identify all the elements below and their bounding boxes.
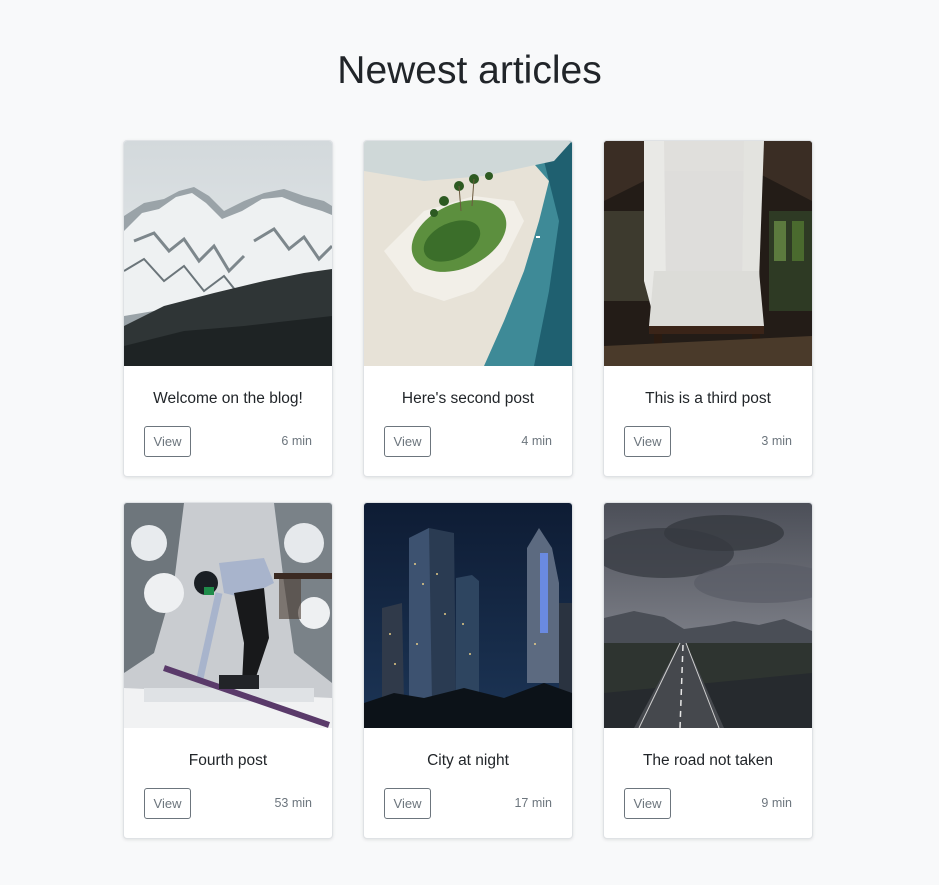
article-title: The road not taken [642,752,774,769]
view-button[interactable]: View [624,426,671,457]
read-time: 53 min [274,796,312,810]
read-time: 17 min [514,796,552,810]
page-title: Newest articles [337,49,602,92]
read-time: 9 min [761,796,792,810]
article-card: Fourth post View 53 min [123,502,333,839]
view-button[interactable]: View [384,426,431,457]
card-body: Fourth post View 53 min [124,728,332,838]
article-image-bedroom[interactable] [604,141,812,366]
article-title: This is a third post [645,390,771,407]
article-image-mountains[interactable] [124,141,332,366]
article-card: City at night View 17 min [363,502,573,839]
read-time: 6 min [281,434,312,448]
read-time: 3 min [761,434,792,448]
article-card: Welcome on the blog! View 6 min [123,140,333,477]
article-image-island[interactable] [364,141,572,366]
view-button[interactable]: View [624,788,671,819]
article-title: City at night [427,752,509,769]
card-body: This is a third post View 3 min [604,366,812,476]
article-title: Welcome on the blog! [153,390,303,407]
read-time: 4 min [521,434,552,448]
card-body: City at night View 17 min [364,728,572,838]
card-body: Here's second post View 4 min [364,366,572,476]
article-title: Here's second post [401,390,535,407]
view-button[interactable]: View [144,788,191,819]
card-body: The road not taken View 9 min [604,728,812,838]
article-image-road[interactable] [604,503,812,728]
articles-grid: Welcome on the blog! View 6 min Here's s… [123,140,813,839]
article-card: This is a third post View 3 min [603,140,813,477]
view-button[interactable]: View [144,426,191,457]
article-card: Here's second post View 4 min [363,140,573,477]
card-body: Welcome on the blog! View 6 min [124,366,332,476]
article-image-city[interactable] [364,503,572,728]
article-title: Fourth post [188,752,268,769]
article-image-skier[interactable] [124,503,332,728]
article-card: The road not taken View 9 min [603,502,813,839]
view-button[interactable]: View [384,788,431,819]
page: Newest articles Welcome on the blog! Vie… [0,0,939,885]
